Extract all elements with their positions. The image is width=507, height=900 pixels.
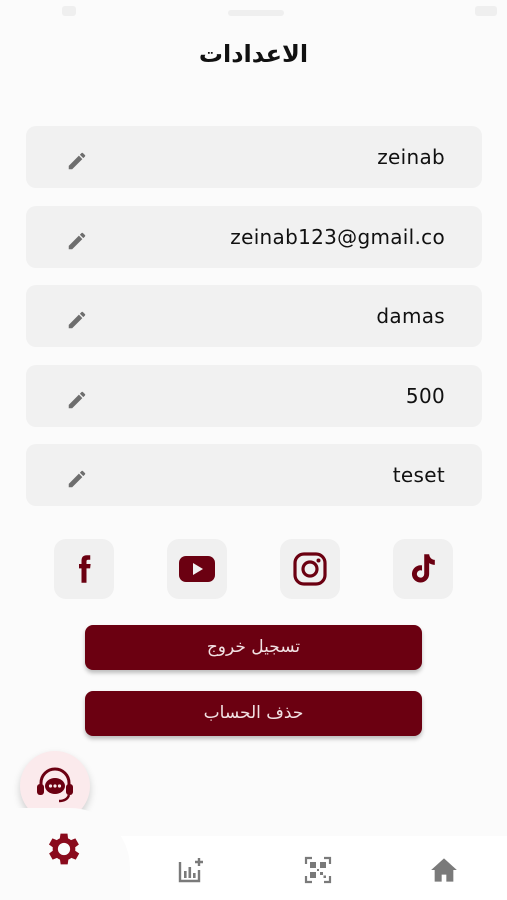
edit-icon[interactable] xyxy=(66,468,88,490)
instagram-icon xyxy=(293,552,327,586)
city-field[interactable]: damas xyxy=(26,285,482,347)
facebook-icon xyxy=(79,555,91,583)
nav-home[interactable] xyxy=(428,854,460,886)
tiktok-button[interactable] xyxy=(393,539,453,599)
field-value: zeinab xyxy=(377,145,445,169)
battery-icon xyxy=(475,6,497,16)
page-title: الاعدادات xyxy=(198,40,309,68)
social-links xyxy=(54,539,454,599)
delete-account-button[interactable]: حذف الحساب xyxy=(85,691,422,736)
status-bar xyxy=(0,0,507,24)
edit-icon[interactable] xyxy=(66,309,88,331)
tiktok-icon xyxy=(411,554,435,583)
text-field[interactable]: teset xyxy=(26,444,482,506)
logout-button[interactable]: تسجيل خروج xyxy=(85,625,422,670)
home-icon xyxy=(431,858,457,882)
support-headset-icon xyxy=(37,767,73,803)
number-field[interactable]: 500 xyxy=(26,364,482,427)
field-value: 500 xyxy=(405,383,445,408)
name-field[interactable]: zeinab xyxy=(26,126,482,188)
edit-icon[interactable] xyxy=(66,230,88,252)
youtube-button[interactable] xyxy=(167,539,227,599)
status-time xyxy=(62,6,76,16)
instagram-button[interactable] xyxy=(280,539,340,599)
youtube-icon xyxy=(179,556,215,582)
field-value: zeinab123@gmail.co xyxy=(230,224,445,249)
facebook-button[interactable] xyxy=(54,539,114,599)
field-value: damas xyxy=(376,304,445,328)
profile-fields: zeinab zeinab123@gmail.co damas 500 tese… xyxy=(26,126,482,524)
settings-icon xyxy=(48,833,80,865)
add-chart-icon xyxy=(178,858,203,883)
edit-icon[interactable] xyxy=(66,150,88,172)
nav-settings[interactable] xyxy=(41,826,87,872)
qr-code-icon xyxy=(304,856,332,884)
email-field[interactable]: zeinab123@gmail.co xyxy=(26,205,482,268)
nav-reports[interactable] xyxy=(175,854,207,886)
edit-icon[interactable] xyxy=(66,389,88,411)
nav-qr-scan[interactable] xyxy=(302,854,334,886)
status-notch xyxy=(228,10,284,16)
field-value: teset xyxy=(392,463,445,487)
